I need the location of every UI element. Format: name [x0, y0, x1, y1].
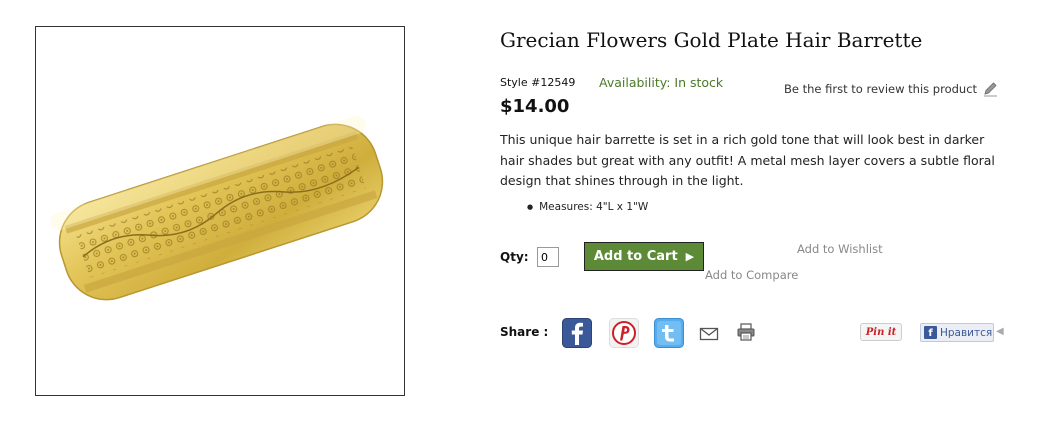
play-arrow-icon: ▶	[685, 250, 695, 263]
product-image[interactable]	[35, 26, 405, 396]
facebook-like-label: Нравится	[940, 326, 993, 339]
style-number: Style #12549	[500, 76, 576, 89]
facebook-like-button[interactable]: f Нравится	[920, 323, 994, 342]
qty-label: Qty:	[500, 250, 529, 264]
add-to-cart-label: Add to Cart	[593, 249, 678, 264]
review-link-label: Be the first to review this product	[784, 82, 978, 96]
add-to-cart-button[interactable]: Add to Cart ▶	[584, 242, 704, 271]
product-title: Grecian Flowers Gold Plate Hair Barrette	[500, 28, 923, 52]
print-icon[interactable]	[736, 322, 756, 342]
pencil-icon	[984, 82, 998, 97]
email-icon[interactable]	[699, 325, 719, 343]
product-price: $14.00	[500, 96, 570, 117]
like-count-caret-icon: ◀	[996, 326, 1004, 337]
barrette-image	[50, 115, 384, 301]
facebook-icon[interactable]	[562, 318, 592, 348]
review-link[interactable]: Be the first to review this product	[784, 81, 998, 97]
facebook-f-icon: f	[924, 326, 937, 339]
pin-it-button[interactable]: Pin it	[860, 323, 902, 341]
availability-status: Availability: In stock	[599, 75, 724, 90]
add-to-wishlist-link[interactable]: Add to Wishlist	[797, 242, 883, 256]
pinterest-icon[interactable]	[609, 318, 639, 348]
product-description: This unique hair barrette is set in a ri…	[500, 132, 995, 188]
feature-item: Measures: 4"L x 1"W	[527, 201, 648, 213]
feature-list: Measures: 4"L x 1"W	[527, 201, 648, 213]
twitter-icon[interactable]	[654, 318, 684, 348]
add-to-compare-link[interactable]: Add to Compare	[705, 268, 798, 282]
qty-input[interactable]	[537, 247, 559, 267]
share-label: Share :	[500, 325, 549, 339]
